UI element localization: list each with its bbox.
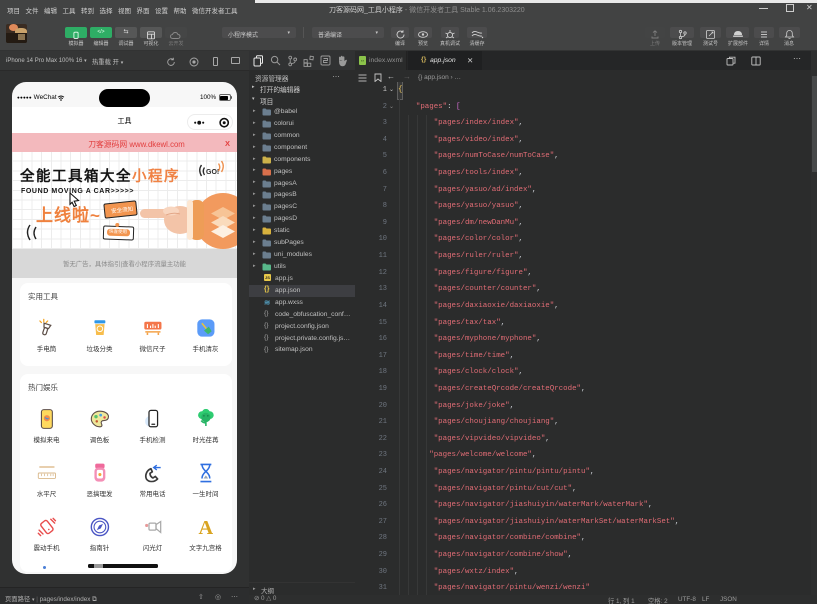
svg-text:A: A xyxy=(198,517,213,537)
